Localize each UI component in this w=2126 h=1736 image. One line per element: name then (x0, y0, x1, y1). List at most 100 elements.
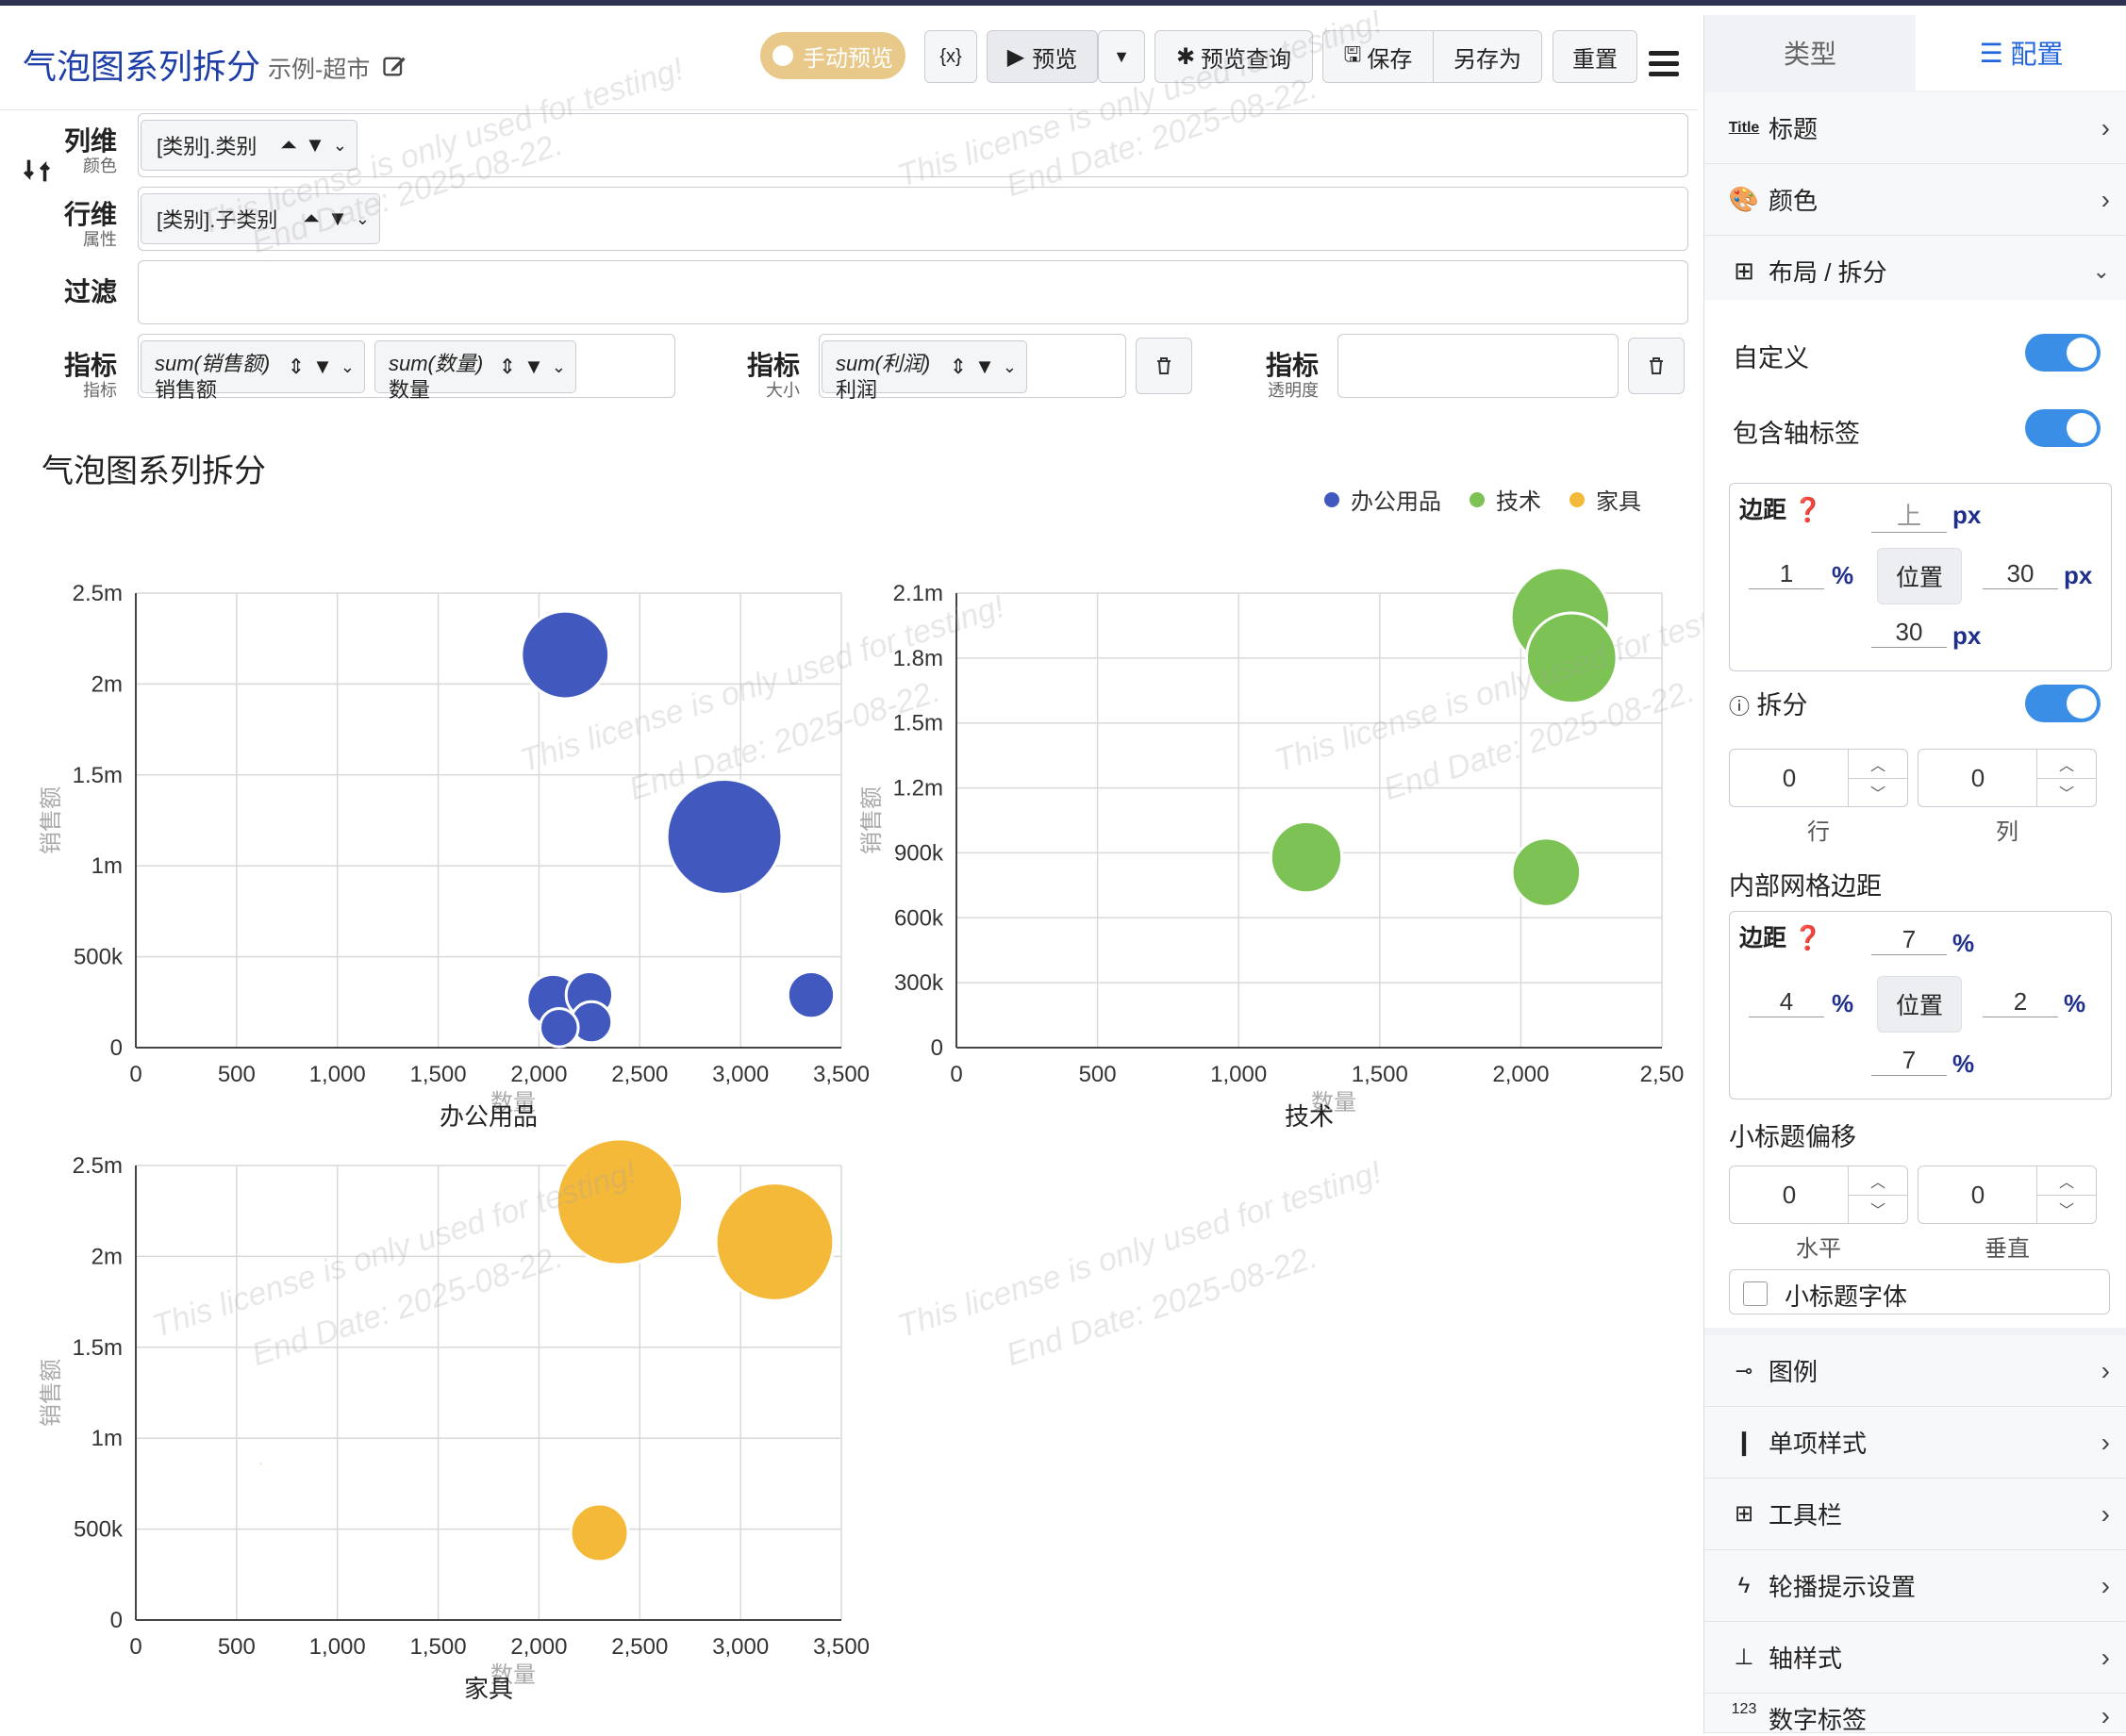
inner-bottom-input[interactable]: 7 (1871, 1046, 1947, 1076)
col-dim-chip[interactable]: [类别].类别 ⏶ ▼ ⌄ (141, 120, 357, 171)
help-icon[interactable]: ❓ (1793, 925, 1822, 951)
variable-button[interactable]: {x} (924, 30, 977, 83)
margin-left-input[interactable]: 1 (1749, 559, 1824, 589)
filter-icon[interactable]: ▼ (305, 133, 325, 157)
section-color[interactable]: 🎨 颜色 › (1704, 164, 2126, 236)
offset-h-value[interactable]: 0 (1730, 1166, 1849, 1223)
filter-icon[interactable]: ▼ (974, 355, 995, 379)
chevron-down-icon[interactable]: ⌄ (356, 209, 370, 229)
sort-icon[interactable]: ⇕ (950, 355, 967, 379)
legend-item[interactable]: 技术 (1470, 483, 1541, 516)
split-col-value[interactable]: 0 (1918, 750, 2037, 806)
trash-icon[interactable] (1136, 338, 1192, 394)
subtitle-font-row[interactable]: 小标题字体 (1729, 1269, 2110, 1314)
chevron-up-icon[interactable]: ︿ (1848, 750, 1907, 779)
edit-icon[interactable] (381, 53, 407, 79)
play-icon: ▶ (1006, 43, 1025, 70)
offset-v-stepper[interactable]: 0 ︿ ﹀ (1918, 1166, 2097, 1224)
chevron-up-icon[interactable]: ︿ (1848, 1166, 1907, 1196)
filter-icon[interactable]: ▼ (312, 355, 333, 379)
section-axis-style[interactable]: ⊥ 轴样式 › (1704, 1622, 2126, 1694)
custom-toggle[interactable] (2025, 334, 2101, 372)
chevron-down-icon[interactable]: ﹀ (2036, 1195, 2096, 1223)
x-tick-label: 500 (218, 1062, 256, 1087)
inner-left-input[interactable]: 4 (1749, 987, 1824, 1017)
sort-icon[interactable]: ⇕ (288, 355, 305, 379)
help-icon[interactable]: ❓ (1793, 497, 1822, 523)
measure-chip-quantity[interactable]: sum(数量) 数量 ⇕ ▼ ⌄ (374, 340, 576, 402)
size-measure-sub: 大小 (766, 381, 800, 400)
section-layout[interactable]: ⊞ 布局 / 拆分 ⌄ (1704, 236, 2126, 307)
sort-asc-icon[interactable]: ⏶ (281, 133, 298, 157)
manual-preview-toggle[interactable]: 手动预览 (760, 32, 905, 79)
split-row-value[interactable]: 0 (1730, 750, 1849, 806)
inner-right-input[interactable]: 2 (1983, 987, 2058, 1017)
layout-icon: ⊞ (1734, 256, 1754, 285)
chevron-down-icon[interactable]: ⌄ (333, 136, 347, 156)
chevron-up-icon[interactable]: ︿ (2036, 750, 2096, 779)
bubble (539, 1006, 580, 1049)
section-item-style[interactable]: ❙ 单项样式 › (1704, 1407, 2126, 1479)
tab-type[interactable]: 类型 (1704, 15, 1916, 91)
position-button[interactable]: 位置 (1877, 976, 1962, 1033)
y-axis-title: 销售额 (39, 786, 64, 854)
measure-chip-profit[interactable]: sum(利润) 利润 ⇕ ▼ ⌄ (822, 340, 1027, 402)
filter-icon[interactable]: ▼ (523, 355, 544, 379)
save-button[interactable]: 🖫 保存 (1322, 30, 1434, 83)
reset-button[interactable]: 重置 (1553, 30, 1637, 83)
layout-section-body: 自定义 包含轴标签 边距 ❓ 上 px 1 % 位置 30 px 30 px ⓘ… (1704, 300, 2126, 1328)
preview-query-button[interactable]: ✱ 预览查询 (1154, 30, 1313, 83)
legend-item[interactable]: 办公用品 (1324, 483, 1441, 516)
size-measure-dropzone[interactable]: sum(利润) 利润 ⇕ ▼ ⌄ (819, 334, 1126, 402)
col-dim-dropzone[interactable]: [类别].类别 ⏶ ▼ ⌄ (138, 113, 1688, 177)
split-row-stepper[interactable]: 0 ︿ ﹀ (1729, 749, 1908, 807)
chevron-down-icon[interactable]: ﹀ (1848, 1195, 1907, 1223)
chevron-down-icon[interactable]: ⌄ (1003, 357, 1017, 377)
section-legend[interactable]: ⊸ 图例 › (1704, 1335, 2126, 1407)
sort-icon[interactable]: ⇕ (499, 355, 516, 379)
y-tick-label: 500k (74, 1517, 124, 1543)
chevron-down-icon[interactable]: ⌄ (552, 357, 566, 377)
measure-dropzone[interactable]: sum(销售额) 销售额 ⇕ ▼ ⌄ sum(数量) 数量 ⇕ ▼ ⌄ (138, 334, 675, 402)
tab-config[interactable]: ☰ 配置 (1916, 15, 2126, 91)
trash-icon[interactable] (1628, 338, 1685, 394)
chevron-up-icon[interactable]: ︿ (2036, 1166, 2096, 1196)
section-number-label[interactable]: 123 数字标签 › (1704, 1694, 2126, 1734)
measure-chip-sales[interactable]: sum(销售额) 销售额 ⇕ ▼ ⌄ (141, 340, 365, 402)
offset-v-value[interactable]: 0 (1918, 1166, 2037, 1223)
opacity-measure-dropzone[interactable] (1337, 334, 1619, 398)
legend-item[interactable]: 家具 (1570, 483, 1641, 516)
offset-h-stepper[interactable]: 0 ︿ ﹀ (1729, 1166, 1908, 1224)
chevron-right-icon: › (2101, 1570, 2110, 1600)
chevron-down-icon[interactable]: ﹀ (1848, 778, 1907, 806)
preview-button[interactable]: ▶ 预览 (987, 30, 1098, 83)
col-dim-sub: 颜色 (83, 157, 117, 175)
section-title[interactable]: Title 标题 › (1704, 92, 2126, 164)
y-tick-label: 500k (74, 945, 124, 970)
inner-top-input[interactable]: 7 (1871, 925, 1947, 955)
margin-top-input[interactable]: 上 (1871, 497, 1947, 533)
row-dim-chip[interactable]: [类别].子类别 ⏶ ▼ ⌄ (141, 193, 380, 244)
menu-icon[interactable] (1649, 51, 1679, 77)
include-axis-toggle[interactable] (2025, 409, 2101, 447)
filter-icon[interactable]: ▼ (327, 207, 348, 231)
sort-asc-icon[interactable]: ⏶ (304, 207, 321, 231)
x-tick-label: 0 (950, 1062, 962, 1087)
filter-dropzone[interactable] (138, 260, 1688, 324)
section-toolbar[interactable]: ⊞ 工具栏 › (1704, 1479, 2126, 1550)
position-button[interactable]: 位置 (1877, 548, 1962, 604)
chevron-down-icon[interactable]: ⌄ (340, 357, 355, 377)
split-toggle[interactable] (2025, 685, 2101, 722)
margin-bottom-input[interactable]: 30 (1871, 618, 1947, 648)
preview-dropdown-button[interactable]: ▼ (1098, 30, 1145, 83)
margin-right-input[interactable]: 30 (1983, 559, 2058, 589)
tab-type-label: 类型 (1783, 40, 1836, 69)
subtitle-font-checkbox[interactable] (1743, 1281, 1768, 1306)
save-as-button[interactable]: 另存为 (1433, 30, 1542, 83)
split-col-stepper[interactable]: 0 ︿ ﹀ (1918, 749, 2097, 807)
chevron-down-icon[interactable]: ﹀ (2036, 778, 2096, 806)
section-carousel[interactable]: ϟ 轮播提示设置 › (1704, 1550, 2126, 1622)
offset-h-caption: 水平 (1796, 1236, 1841, 1262)
help-icon[interactable]: ⓘ (1729, 695, 1750, 719)
row-dim-dropzone[interactable]: [类别].子类别 ⏶ ▼ ⌄ (138, 187, 1688, 251)
